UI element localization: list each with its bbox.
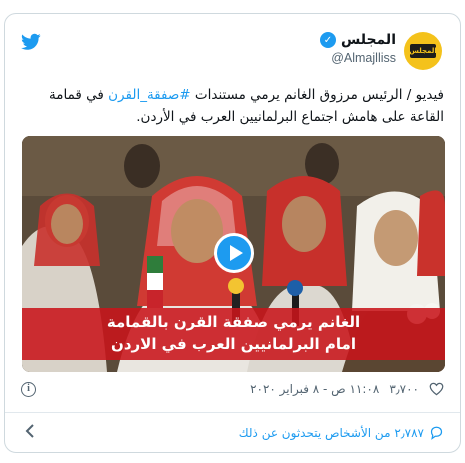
tweet-timestamp[interactable]: ١١:٠٨ ص - ٨ فبراير ٢٠٢٠: [250, 382, 379, 396]
hashtag-link[interactable]: #صفقة_القرن: [108, 87, 190, 103]
tweet-card: المجلس ✓ @Almajlliss المجلس فيديو / الرئ…: [4, 13, 461, 453]
conversation-text[interactable]: ٢٫٧٨٧ من الأشخاص يتحدثون عن ذلك: [239, 426, 424, 440]
tweet-footer: ٢٫٧٨٧ من الأشخاص يتحدثون عن ذلك: [5, 418, 460, 446]
author-handle[interactable]: @Almajlliss: [320, 51, 396, 65]
avatar[interactable]: المجلس: [404, 32, 442, 70]
twitter-bird-icon[interactable]: [21, 33, 41, 51]
author-display-name[interactable]: المجلس: [341, 32, 396, 48]
video-caption-line-1: الغانم يرمي صفقة القرن بالقمامة: [106, 313, 361, 331]
play-icon: [229, 245, 243, 261]
like-count[interactable]: ٣٫٧٠٠: [389, 382, 419, 396]
tweet-header: المجلس ✓ @Almajlliss المجلس: [5, 14, 460, 74]
verified-badge-icon: ✓: [319, 32, 336, 48]
play-button[interactable]: [214, 233, 254, 273]
info-icon[interactable]: i: [21, 382, 36, 397]
tweet-text: فيديو / الرئيس مرزوق الغانم يرمي مستندات…: [24, 84, 444, 128]
video-caption-band: الغانم يرمي صفقة القرن بالقمامة امام الب…: [22, 308, 445, 360]
reply-bubble-icon: [430, 426, 443, 440]
tweet-text-prefix: فيديو / الرئيس مرزوق الغانم يرمي مستندات: [190, 87, 444, 103]
avatar-logo: المجلس: [409, 44, 437, 58]
heart-icon[interactable]: [429, 382, 444, 396]
tweet-meta: i ٣٫٧٠٠ ١١:٠٨ ص - ٨ فبراير ٢٠٢٠: [5, 379, 460, 403]
chevron-left-icon[interactable]: [25, 424, 35, 438]
meta-row: ٣٫٧٠٠ ١١:٠٨ ص - ٨ فبراير ٢٠٢٠: [250, 382, 444, 396]
author-names[interactable]: المجلس ✓ @Almajlliss: [319, 32, 396, 65]
video-caption-line-2: امام البرلمانيين العرب في الاردن: [111, 335, 356, 353]
divider: [5, 412, 460, 413]
conversation-link[interactable]: ٢٫٧٨٧ من الأشخاص يتحدثون عن ذلك: [239, 425, 444, 440]
video-thumbnail[interactable]: الغانم يرمي صفقة القرن بالقمامة امام الب…: [22, 136, 445, 372]
